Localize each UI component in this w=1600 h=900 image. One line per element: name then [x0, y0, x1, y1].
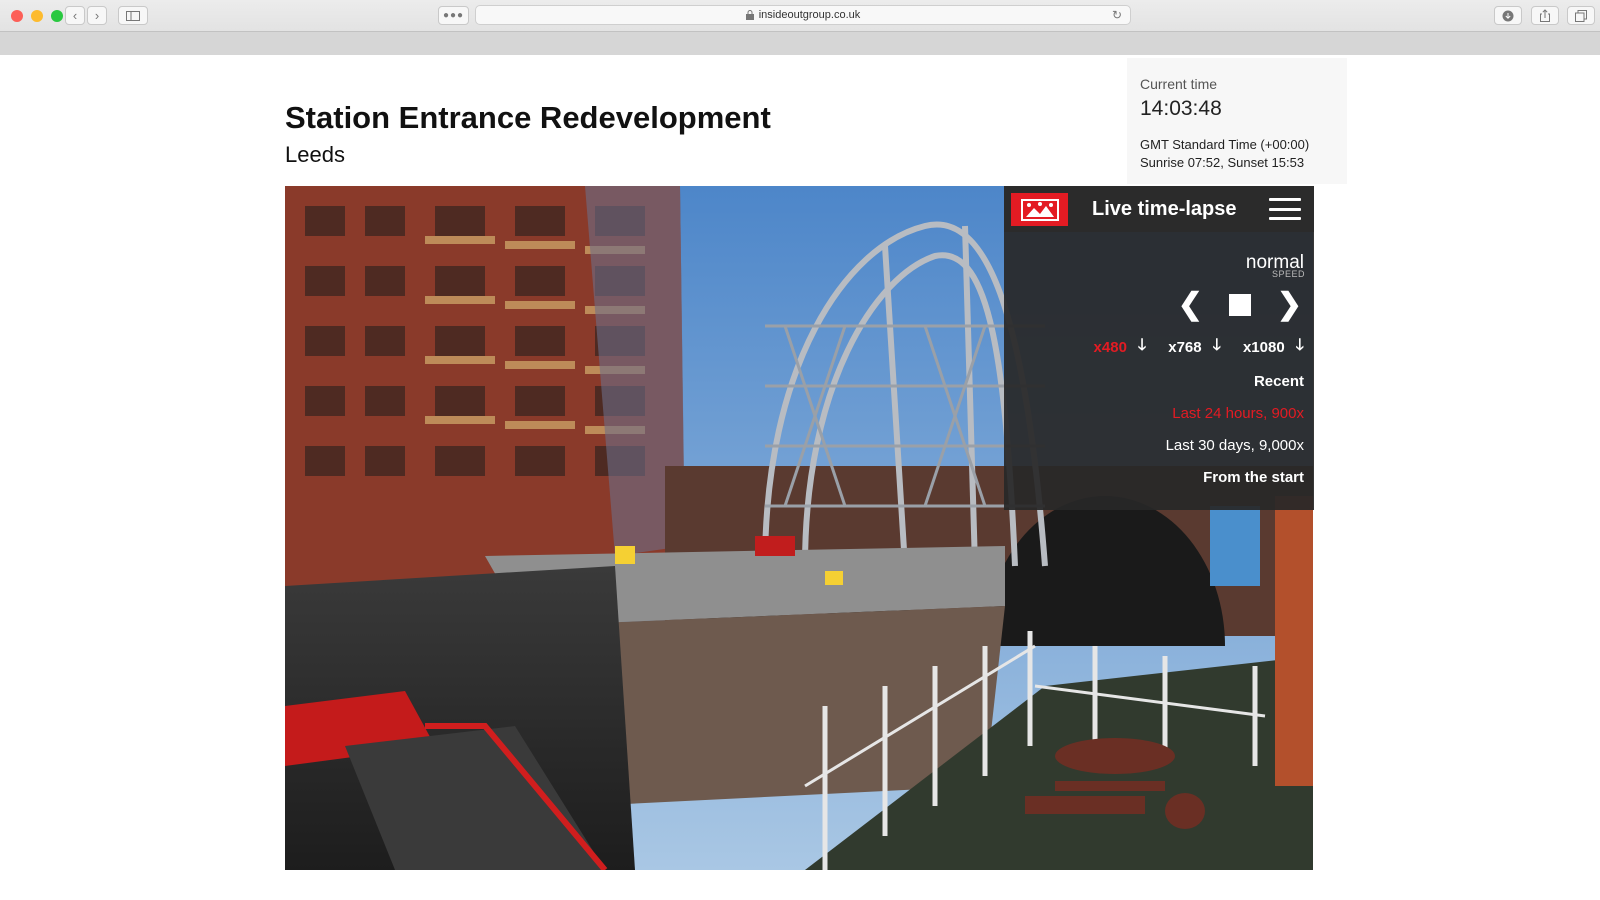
window-controls: [11, 10, 63, 22]
browser-toolbar: ‹ › ●●● insideoutgroup.co.uk ↻: [0, 0, 1600, 55]
size-x1080-button[interactable]: x1080 🡓: [1243, 334, 1304, 361]
timezone-text: GMT Standard Time (+00:00): [1140, 137, 1310, 152]
recent-heading: Recent: [1253, 373, 1304, 390]
current-time-panel: Current time 14:03:48 GMT Standard Time …: [1127, 58, 1347, 184]
address-bar[interactable]: insideoutgroup.co.uk ↻: [475, 5, 1131, 25]
timelapse-title: Live time-lapse: [1092, 198, 1237, 220]
hamburger-icon-line: [1269, 198, 1301, 201]
page-title: Station Entrance Redevelopment: [285, 100, 771, 135]
size-x480-label: x480: [1093, 339, 1127, 356]
downloads-button[interactable]: [1494, 6, 1522, 25]
close-window-button[interactable]: [11, 10, 23, 22]
timelapse-header: Live time-lapse: [1004, 186, 1314, 232]
download-icon: [1502, 10, 1514, 21]
stop-button[interactable]: [1228, 294, 1251, 316]
tabs-button[interactable]: [1567, 6, 1595, 25]
menu-button[interactable]: [1269, 198, 1301, 220]
size-x480-button[interactable]: x480 🡓: [1094, 334, 1147, 361]
chevron-right-icon: ›: [94, 8, 100, 23]
previous-button[interactable]: ❮: [1178, 290, 1203, 320]
reader-button[interactable]: ●●●: [438, 6, 469, 25]
lock-icon: [745, 10, 754, 20]
next-button[interactable]: ❯: [1277, 290, 1302, 320]
download-arrow-icon: 🡓: [1212, 337, 1221, 354]
current-time-value: 14:03:48: [1140, 97, 1222, 120]
page-subtitle: Leeds: [285, 142, 345, 167]
share-button[interactable]: [1531, 6, 1559, 25]
maximize-window-button[interactable]: [51, 10, 63, 22]
period-list: Recent Last 24 hours, 900x Last 30 days,…: [1166, 372, 1304, 500]
sidebar-button[interactable]: [118, 6, 148, 25]
tabs-icon: [1575, 9, 1587, 22]
gallery-logo-icon: [1020, 198, 1059, 221]
share-icon: [1540, 9, 1550, 22]
speed-label: SPEED: [1271, 269, 1305, 279]
reload-icon[interactable]: ↻: [1112, 8, 1122, 22]
forward-button[interactable]: ›: [87, 6, 107, 25]
size-x768-button[interactable]: x768 🡓: [1168, 334, 1221, 361]
dots-icon: ●●●: [442, 10, 465, 21]
size-x768-label: x768: [1168, 339, 1202, 356]
back-button[interactable]: ‹: [65, 6, 85, 25]
size-x1080-label: x1080: [1242, 339, 1285, 356]
current-time-label: Current time: [1140, 76, 1218, 92]
download-arrow-icon: 🡓: [1295, 337, 1304, 354]
download-arrow-icon: 🡓: [1137, 337, 1147, 354]
chevron-left-icon: ‹: [72, 8, 78, 23]
playback-controls: ❮ ❯: [1178, 290, 1302, 320]
tab-bar: [0, 31, 1600, 55]
period-from-start[interactable]: From the start: [1166, 468, 1304, 500]
hamburger-icon-line: [1269, 207, 1301, 211]
brand-logo[interactable]: [1011, 193, 1068, 226]
sunrise-sunset-text: Sunrise 07:52, Sunset 15:53: [1140, 155, 1305, 170]
period-last-30-days[interactable]: Last 30 days, 9,000x: [1166, 436, 1304, 468]
hamburger-icon-line: [1269, 217, 1301, 220]
url-text: insideoutgroup.co.uk: [758, 9, 861, 21]
period-last-24-hours[interactable]: Last 24 hours, 900x: [1166, 404, 1304, 436]
download-sizes: x480 🡓 x768 🡓 x1080 🡓: [1094, 334, 1304, 361]
sidebar-icon: [126, 10, 140, 21]
timelapse-panel: Live time-lapse normal SPEED ❮ ❯ x480 🡓 …: [1004, 186, 1314, 510]
minimize-window-button[interactable]: [31, 10, 43, 22]
